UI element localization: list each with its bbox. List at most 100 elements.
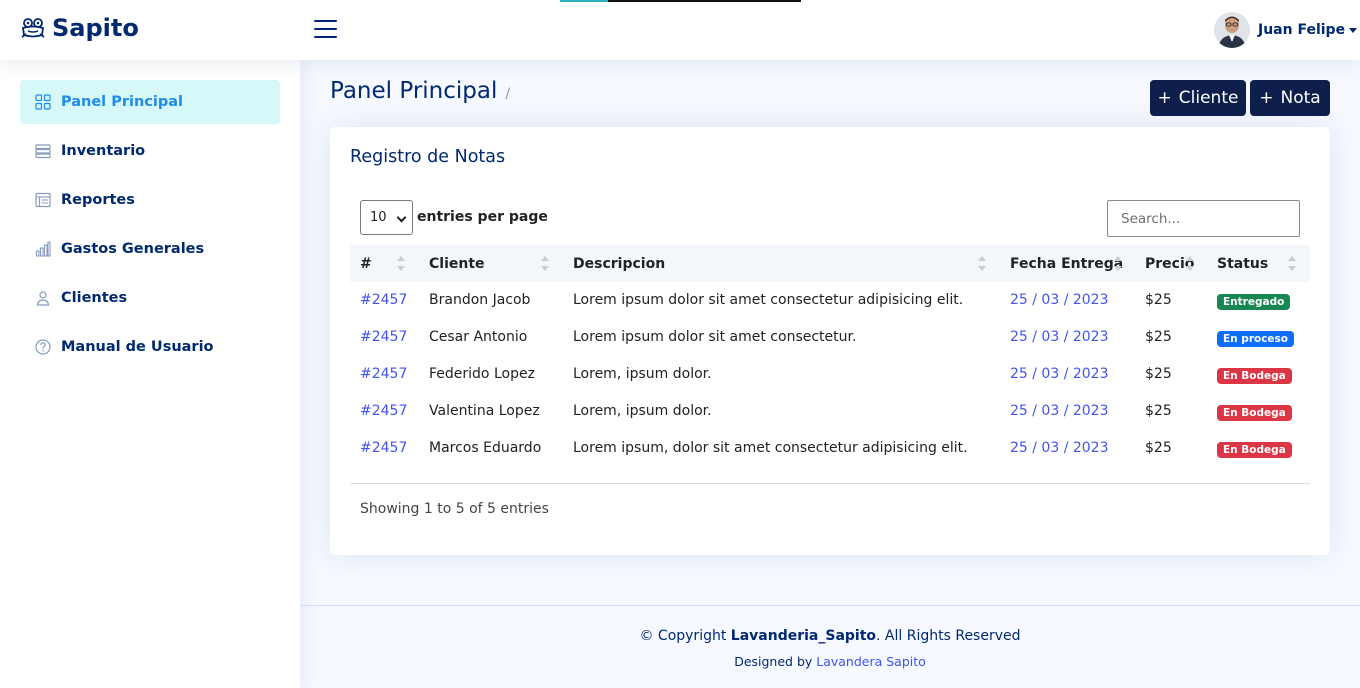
row-precio: $25 xyxy=(1145,403,1172,419)
sidebar-item-reportes[interactable]: Reportes xyxy=(20,178,280,222)
row-descripcion: Lorem, ipsum dolor. xyxy=(573,366,712,382)
row-cliente: Federido Lopez xyxy=(429,366,535,382)
plus-icon: + xyxy=(1157,88,1172,108)
row-cliente: Cesar Antonio xyxy=(429,329,528,345)
copyright-brand: Lavanderia_Sapito xyxy=(730,628,877,644)
sort-icon[interactable] xyxy=(978,256,986,274)
user-menu[interactable]: Juan Felipe xyxy=(1214,12,1358,48)
user-name: Juan Felipe xyxy=(1258,22,1346,38)
row-fecha-link[interactable]: 25 / 03 / 2023 xyxy=(1010,292,1109,308)
row-fecha-link[interactable]: 25 / 03 / 2023 xyxy=(1010,366,1109,382)
report-icon xyxy=(35,192,51,208)
notes-card: Registro de Notas 10 entries per page # … xyxy=(330,127,1330,555)
page-title: Panel Principal xyxy=(330,78,498,104)
menu-toggle-icon[interactable] xyxy=(314,18,338,40)
table-row: #2457 Valentina Lopez Lorem, ipsum dolor… xyxy=(350,393,1310,430)
add-nota-button[interactable]: + Nota xyxy=(1250,80,1330,116)
page-title-area: Panel Principal / xyxy=(330,78,510,104)
status-badge: En Bodega xyxy=(1217,368,1292,384)
sidebar-item-gastos-generales[interactable]: Gastos Generales xyxy=(20,227,280,271)
sidebar-item-inventario[interactable]: Inventario xyxy=(20,129,280,173)
breadcrumb-separator: / xyxy=(505,86,511,102)
bar-chart-icon xyxy=(35,241,51,257)
copyright: © Copyright Lavanderia_Sapito. All Right… xyxy=(300,628,1360,644)
sort-icon[interactable] xyxy=(1186,256,1194,274)
sort-icon[interactable] xyxy=(1288,256,1296,274)
column-header-descripcion[interactable]: Descripcion xyxy=(573,256,665,272)
row-descripcion: Lorem ipsum, dolor sit amet consectetur … xyxy=(573,440,968,456)
topbar: Sapito Juan Felipe xyxy=(0,0,1360,60)
question-circle-icon xyxy=(35,339,51,355)
logo[interactable]: Sapito xyxy=(20,14,139,42)
entries-per-page-value: 10 xyxy=(370,210,387,225)
table-row: #2457 Cesar Antonio Lorem ipsum dolor si… xyxy=(350,319,1310,356)
sidebar-item-label: Clientes xyxy=(61,290,128,306)
search-input[interactable] xyxy=(1107,200,1300,237)
column-header-id[interactable]: # xyxy=(360,256,372,272)
plus-icon: + xyxy=(1259,88,1274,108)
status-badge: Entregado xyxy=(1217,294,1291,310)
sort-icon[interactable] xyxy=(541,256,549,274)
table-row: #2457 Marcos Eduardo Lorem ipsum, dolor … xyxy=(350,430,1310,467)
column-header-cliente[interactable]: Cliente xyxy=(429,256,485,272)
table-row: #2457 Brandon Jacob Lorem ipsum dolor si… xyxy=(350,282,1310,319)
credits: Designed by Lavandera Sapito xyxy=(300,654,1360,669)
row-cliente: Marcos Eduardo xyxy=(429,440,542,456)
sidebar: Panel Principal Inventario Reportes Gast… xyxy=(0,60,300,688)
frog-logo-icon xyxy=(21,18,45,38)
inventory-icon xyxy=(35,144,51,159)
row-precio: $25 xyxy=(1145,440,1172,456)
row-descripcion: Lorem ipsum dolor sit amet consectetur a… xyxy=(573,292,964,308)
brand-name: Sapito xyxy=(52,14,139,42)
row-id-link[interactable]: #2457 xyxy=(360,292,407,308)
row-descripcion: Lorem ipsum dolor sit amet consectetur. xyxy=(573,329,857,345)
row-cliente: Valentina Lopez xyxy=(429,403,540,419)
sort-icon[interactable] xyxy=(1114,256,1122,274)
row-fecha-link[interactable]: 25 / 03 / 2023 xyxy=(1010,403,1109,419)
sidebar-item-label: Inventario xyxy=(61,143,146,159)
sidebar-item-manual-de-usuario[interactable]: Manual de Usuario xyxy=(20,325,280,369)
sidebar-item-label: Manual de Usuario xyxy=(61,339,214,355)
loading-bar xyxy=(560,0,801,2)
column-header-fecha-entrega[interactable]: Fecha Entrega xyxy=(1010,256,1123,272)
card-title: Registro de Notas xyxy=(350,147,506,167)
row-fecha-link[interactable]: 25 / 03 / 2023 xyxy=(1010,440,1109,456)
sidebar-item-label: Panel Principal xyxy=(61,94,183,110)
row-fecha-link[interactable]: 25 / 03 / 2023 xyxy=(1010,329,1109,345)
person-icon xyxy=(36,291,50,306)
entries-per-page-label: entries per page xyxy=(417,209,548,225)
sidebar-item-label: Gastos Generales xyxy=(61,241,205,257)
status-badge: En Bodega xyxy=(1217,405,1292,421)
row-id-link[interactable]: #2457 xyxy=(360,329,407,345)
designer-link[interactable]: Lavandera Sapito xyxy=(816,654,926,669)
row-precio: $25 xyxy=(1145,366,1172,382)
status-badge: En proceso xyxy=(1217,331,1295,347)
copyright-prefix: © Copyright xyxy=(639,628,731,644)
caret-down-icon xyxy=(1349,27,1358,33)
row-precio: $25 xyxy=(1145,292,1172,308)
row-cliente: Brandon Jacob xyxy=(429,292,531,308)
pagination-info: Showing 1 to 5 of 5 entries xyxy=(360,501,549,517)
add-cliente-button[interactable]: + Cliente xyxy=(1150,80,1246,116)
row-id-link[interactable]: #2457 xyxy=(360,366,407,382)
row-precio: $25 xyxy=(1145,329,1172,345)
row-descripcion: Lorem, ipsum dolor. xyxy=(573,403,712,419)
copyright-suffix: . All Rights Reserved xyxy=(876,628,1021,644)
sidebar-item-panel-principal[interactable]: Panel Principal xyxy=(20,80,280,124)
sidebar-item-label: Reportes xyxy=(61,192,135,208)
table-header: # Cliente Descripcion Fecha Entrega Prec… xyxy=(350,245,1310,282)
row-id-link[interactable]: #2457 xyxy=(360,440,407,456)
divider xyxy=(350,483,1310,484)
sidebar-item-clientes[interactable]: Clientes xyxy=(20,276,280,320)
row-id-link[interactable]: #2457 xyxy=(360,403,407,419)
table-row: #2457 Federido Lopez Lorem, ipsum dolor.… xyxy=(350,356,1310,393)
column-header-status[interactable]: Status xyxy=(1217,256,1268,272)
add-nota-label: Nota xyxy=(1280,88,1321,108)
footer: © Copyright Lavanderia_Sapito. All Right… xyxy=(300,605,1360,688)
add-cliente-label: Cliente xyxy=(1178,88,1239,108)
entries-per-page-select[interactable]: 10 xyxy=(360,200,413,235)
grid-icon xyxy=(35,94,51,110)
chevron-down-icon xyxy=(396,212,407,223)
sort-icon[interactable] xyxy=(397,256,405,274)
designed-by-label: Designed by xyxy=(734,654,817,669)
